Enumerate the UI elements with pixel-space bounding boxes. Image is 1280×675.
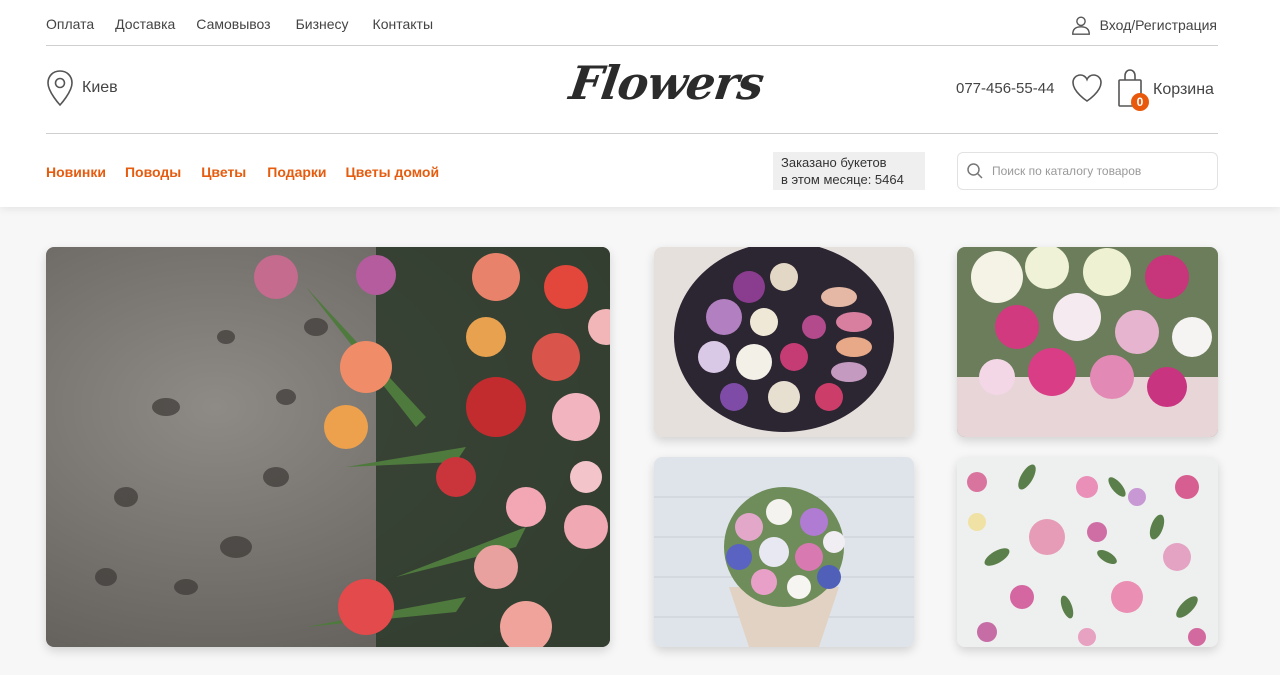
flat-lay-image [957,457,1218,647]
phone-number[interactable]: 077-456-55-44 [956,80,1054,97]
heart-icon[interactable] [1070,72,1104,104]
top-nav-pickup[interactable]: Самовывоз [196,16,270,32]
category-new[interactable]: Новинки [46,164,106,180]
site-logo[interactable]: Flowers [560,50,766,120]
user-icon [1071,16,1090,35]
product-tile-flat-lay[interactable] [957,457,1218,647]
orders-counter-line1: Заказано букетов [781,155,887,170]
category-nav: Новинки Поводы Цветы Подарки Цветы домой [46,164,458,180]
site-header: Оплата Доставка Самовывоз Бизнесу Контак… [0,0,1280,207]
pink-bouquet-image [957,247,1218,437]
tulips-image [46,247,610,647]
logo-text: Flowers [566,56,767,110]
top-nav-delivery[interactable]: Доставка [115,16,175,32]
orders-counter: Заказано букетов в этом месяце: 5464 [773,152,925,190]
category-home-flowers[interactable]: Цветы домой [346,164,440,180]
flower-box-image [654,247,914,437]
login-link[interactable]: Вход/Регистрация [1070,14,1217,36]
orders-counter-line2: в этом месяце: 5464 [781,172,904,187]
login-label: Вход/Регистрация [1099,17,1217,33]
mixed-bouquet-image [654,457,914,647]
category-flowers[interactable]: Цветы [201,164,246,180]
category-gifts[interactable]: Подарки [267,164,326,180]
product-tile-pink-bouquet[interactable] [957,247,1218,437]
city-selector[interactable]: Киев [46,69,118,107]
header-divider-top [46,45,1218,46]
category-occasions[interactable]: Поводы [125,164,181,180]
top-nav-contacts[interactable]: Контакты [373,16,433,32]
header-divider-bottom [46,133,1218,134]
top-nav-business[interactable]: Бизнесу [296,16,349,32]
top-nav-payment[interactable]: Оплата [46,16,94,32]
search-icon[interactable] [966,162,984,180]
product-tile-mixed-bouquet[interactable] [654,457,914,647]
hero-banner-tulips[interactable] [46,247,610,647]
product-tile-flower-box[interactable] [654,247,914,437]
city-label: Киев [82,79,118,96]
search-box[interactable] [957,152,1218,190]
cart-label[interactable]: Корзина [1153,81,1214,99]
cart-count-badge: 0 [1131,93,1149,111]
search-input[interactable] [992,164,1192,178]
location-pin-icon [47,70,73,107]
top-nav: Оплата Доставка Самовывоз Бизнесу Контак… [46,16,454,32]
